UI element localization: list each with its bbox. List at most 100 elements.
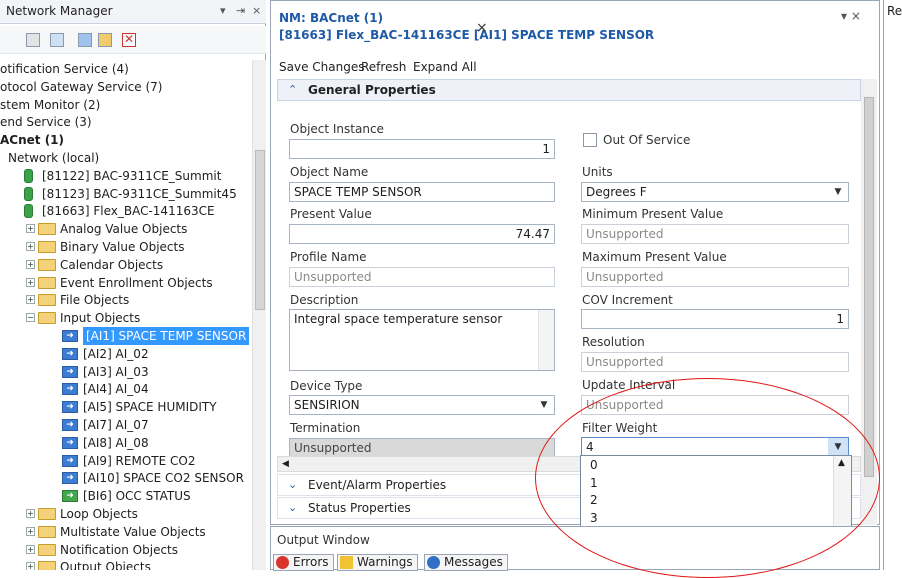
folder-icon	[38, 294, 56, 307]
profile-name-input[interactable]: Unsupported	[289, 267, 555, 287]
expand-toggle-icon[interactable]: +	[26, 242, 35, 251]
tree-node-label: [AI9] REMOTE CO2	[83, 453, 196, 468]
point-icon: ➜	[62, 419, 78, 431]
tree-scrollbar[interactable]	[252, 60, 266, 570]
dropdown-option[interactable]: 0	[582, 457, 832, 474]
dropdown-option[interactable]: 3	[582, 510, 832, 527]
filter-weight-value: 4	[586, 440, 594, 454]
device-icon	[24, 168, 33, 183]
termination-input[interactable]: Unsupported	[289, 438, 555, 458]
list-icon[interactable]	[78, 33, 92, 47]
object-instance-input[interactable]: 1	[289, 139, 555, 159]
update-interval-input[interactable]: Unsupported	[581, 395, 849, 415]
folder-icon	[38, 561, 56, 570]
cov-increment-input[interactable]: 1	[581, 309, 849, 329]
network-manager-toolbar: ✕	[0, 26, 266, 54]
expand-toggle-icon[interactable]: +	[26, 259, 35, 269]
tree-node-label: [BI6] OCC STATUS	[83, 489, 191, 504]
tree-node-label: [81123] BAC-9311CE_Summit45	[42, 186, 237, 201]
description-scrollbar[interactable]	[538, 310, 554, 370]
point-icon: ➜	[62, 454, 78, 467]
right-pane-title: Re	[887, 4, 902, 18]
expand-toggle-icon[interactable]: +	[26, 526, 35, 536]
document-tab[interactable]: NM: BACnet (1) [81663] Flex_BAC-141163CE…	[271, 1, 879, 53]
tree-node-label: Event Enrollment Objects	[60, 275, 213, 290]
profile-name-label: Profile Name	[290, 250, 367, 264]
present-value-input[interactable]: 74.47	[289, 224, 555, 244]
tree-node-label: [AI4] AI_04	[83, 382, 149, 397]
panel-controls[interactable]: ▾ ×	[841, 9, 861, 23]
action-menu: Save Changes Refresh Expand All	[271, 57, 879, 77]
filter-weight-label: Filter Weight	[582, 421, 658, 435]
find-icon[interactable]	[50, 33, 64, 47]
network-manager-pane: Network Manager ▾ ⇥ × ✕ otification Serv…	[0, 0, 266, 570]
units-select[interactable]: Degrees F ▼	[581, 182, 849, 202]
close-pane-icon[interactable]: ×	[252, 4, 261, 17]
expand-toggle-icon[interactable]: +	[26, 295, 35, 305]
expand-toggle-icon[interactable]: +	[26, 277, 35, 287]
warning-icon	[340, 556, 353, 569]
refresh-button[interactable]: Refresh	[361, 60, 406, 74]
scroll-left-icon[interactable]: ◀	[282, 457, 289, 471]
network-tree: otification Service (4) otocol Gateway Se…	[0, 60, 252, 570]
folder-icon	[38, 525, 56, 538]
expand-all-button[interactable]: Expand All	[413, 60, 477, 74]
dropdown-option[interactable]: 2	[582, 492, 832, 509]
resolution-input[interactable]: Unsupported	[581, 352, 849, 372]
tab-title-line2: [81663] Flex_BAC-141163CE [AI1] SPACE TE…	[279, 28, 655, 42]
close-tab-icon[interactable]: ×	[476, 20, 488, 36]
expand-toggle-icon[interactable]: +	[26, 544, 35, 554]
properties-icon[interactable]	[26, 33, 40, 47]
expand-chevron-icon: ⌄	[288, 478, 298, 491]
object-instance-label: Object Instance	[290, 122, 384, 136]
tree-node-label: [AI10] SPACE CO2 SENSOR	[83, 471, 244, 486]
expand-toggle-icon[interactable]: +	[26, 562, 35, 570]
folder-icon	[38, 241, 56, 253]
properties-scrollbar-thumb[interactable]	[864, 97, 874, 477]
delete-icon[interactable]: ✕	[122, 33, 136, 47]
messages-tab[interactable]: Messages	[424, 554, 508, 571]
save-changes-button[interactable]: Save Changes	[279, 60, 364, 74]
general-properties-header[interactable]: ⌃ General Properties	[277, 79, 861, 101]
object-name-input[interactable]: SPACE TEMP SENSOR	[289, 182, 555, 202]
warnings-tab[interactable]: Warnings	[337, 554, 418, 571]
device-type-label: Device Type	[290, 379, 363, 393]
error-icon	[276, 556, 289, 569]
chevron-down-icon: ▼	[834, 187, 842, 197]
description-text: Integral space temperature sensor	[294, 312, 503, 326]
description-textarea[interactable]: Integral space temperature sensor	[289, 309, 555, 371]
present-value-label: Present Value	[290, 207, 372, 221]
min-present-value-input[interactable]: Unsupported	[581, 224, 849, 244]
folder-network-icon[interactable]	[98, 33, 112, 47]
tree-node-label: [AI8] AI_08	[83, 435, 149, 450]
tree-scrollbar-thumb[interactable]	[255, 150, 265, 310]
max-present-value-input[interactable]: Unsupported	[581, 267, 849, 287]
cov-increment-label: COV Increment	[582, 293, 673, 307]
tree-node-label: Output Objects	[60, 560, 151, 570]
device-type-select[interactable]: SENSIRION ▼	[289, 395, 555, 415]
point-icon: ➜	[62, 330, 78, 342]
errors-tab[interactable]: Errors	[273, 554, 334, 571]
folder-icon	[38, 258, 56, 271]
pin-icon[interactable]: ⇥	[236, 4, 245, 17]
point-icon: ➜	[62, 401, 78, 414]
scroll-up-icon[interactable]: ▲	[838, 458, 845, 468]
collapse-toggle-icon[interactable]: −	[26, 313, 35, 323]
tree-node-label: [AI3] AI_03	[83, 364, 149, 379]
expand-toggle-icon[interactable]: +	[26, 509, 35, 518]
expand-toggle-icon[interactable]: +	[26, 224, 35, 234]
out-of-service-checkbox[interactable]	[583, 133, 597, 147]
properties-vertical-scrollbar[interactable]	[861, 79, 877, 525]
filter-weight-select[interactable]: 4 ▼	[581, 437, 849, 457]
dropdown-option[interactable]: 1	[582, 475, 832, 492]
object-name-label: Object Name	[290, 165, 369, 179]
tree-node-label: Notification Objects	[60, 542, 179, 557]
pane-menu-icon[interactable]: ▾	[220, 4, 226, 17]
tree-node-label: ACnet (1)	[0, 133, 65, 148]
tree-node-label: Input Objects	[60, 311, 141, 326]
point-icon: ➜	[62, 472, 78, 485]
point-icon: ➜	[62, 365, 78, 378]
messages-tab-label: Messages	[444, 555, 503, 569]
resolution-label: Resolution	[582, 335, 645, 349]
status-properties-title: Status Properties	[308, 501, 411, 515]
